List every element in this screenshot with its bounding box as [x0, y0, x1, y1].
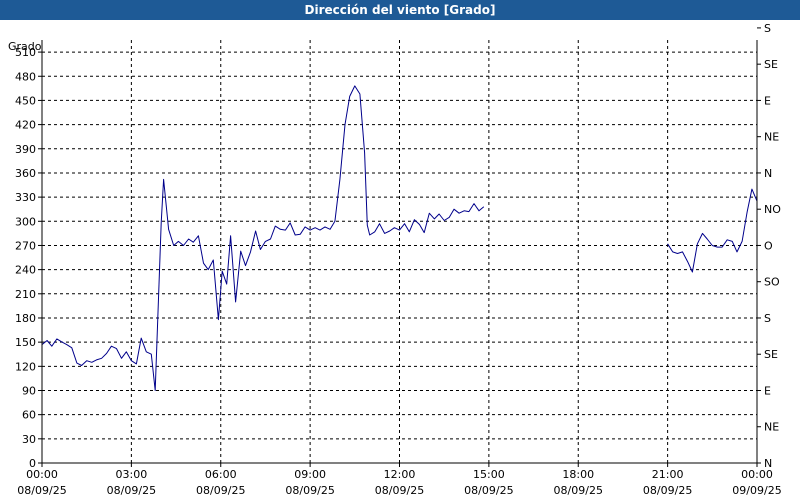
x-tick-time: 21:00	[652, 468, 684, 481]
y-axis-label: Grado	[8, 40, 42, 53]
x-tick-time: 00:00	[741, 468, 773, 481]
y-tick-label: 240	[15, 264, 36, 277]
y-tick-label: 300	[15, 215, 36, 228]
compass-label: O	[764, 239, 773, 252]
compass-label: NE	[764, 131, 779, 144]
wind-direction-chart: 0306090120150180210240270300330360390420…	[8, 22, 782, 497]
x-tick-date: 08/09/25	[196, 484, 245, 497]
left-axis: 0306090120150180210240270300330360390420…	[15, 40, 43, 470]
compass-label: SO	[764, 276, 780, 289]
x-tick-date: 08/09/25	[17, 484, 66, 497]
y-tick-label: 450	[15, 94, 36, 107]
x-axis: 00:00 08/09/25 03:00 08/09/25 06:00 08/09/25 0…	[17, 462, 782, 497]
compass-label: E	[764, 94, 771, 107]
x-tick-date: 09/09/25	[732, 484, 781, 497]
compass-label: N	[764, 167, 772, 180]
chart-title: Dirección del viento [Grado]	[0, 0, 800, 20]
x-tick-date: 08/09/25	[643, 484, 692, 497]
compass-label: SE	[764, 58, 778, 71]
y-tick-label: 180	[15, 312, 36, 325]
x-tick-time: 09:00	[294, 468, 326, 481]
y-tick-label: 30	[22, 433, 36, 446]
x-tick-date: 08/09/25	[107, 484, 156, 497]
right-axis: NNEESESSOONONNEESES	[756, 22, 781, 470]
x-tick-date: 08/09/25	[464, 484, 513, 497]
y-tick-label: 210	[15, 288, 36, 301]
y-tick-label: 480	[15, 70, 36, 83]
x-tick-time: 06:00	[205, 468, 237, 481]
x-tick-date: 08/09/25	[375, 484, 424, 497]
y-tick-label: 420	[15, 119, 36, 132]
y-tick-label: 150	[15, 336, 36, 349]
compass-label: NE	[764, 421, 779, 434]
compass-label: S	[764, 312, 771, 325]
compass-label: SE	[764, 348, 778, 361]
y-tick-label: 120	[15, 360, 36, 373]
y-tick-label: 390	[15, 143, 36, 156]
y-tick-label: 270	[15, 239, 36, 252]
y-tick-label: 360	[15, 167, 36, 180]
x-tick-time: 03:00	[116, 468, 148, 481]
x-tick-date: 08/09/25	[285, 484, 334, 497]
y-tick-label: 330	[15, 191, 36, 204]
y-tick-label: 90	[22, 384, 36, 397]
x-tick-time: 12:00	[384, 468, 416, 481]
x-tick-time: 00:00	[26, 468, 58, 481]
x-tick-time: 15:00	[473, 468, 505, 481]
y-tick-label: 60	[22, 409, 36, 422]
compass-label: S	[764, 22, 771, 35]
x-tick-time: 18:00	[562, 468, 594, 481]
compass-label: NO	[764, 203, 781, 216]
compass-label: E	[764, 384, 771, 397]
x-tick-date: 08/09/25	[554, 484, 603, 497]
